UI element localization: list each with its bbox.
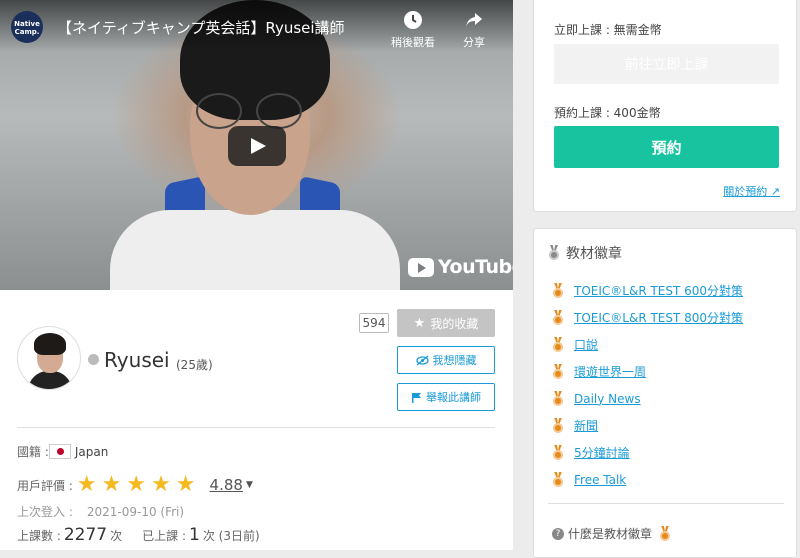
medal-icon [552,445,564,461]
medal-icon [552,391,564,407]
what-is-badge-link[interactable]: ? 什麼是教材徽章 [552,525,671,542]
share-button[interactable]: 分享 [458,10,490,50]
tutor-age: (25歲) [176,358,213,372]
booking-card: 立即上課 : 無需金幣 前往立即上課 預約上課 : 400金幣 預約 關於預約 … [533,0,797,212]
badge-link[interactable]: TOEIC®L&R TEST 800分對策 [574,309,743,326]
medal-icon [552,364,564,380]
badges-heading: 教材徽章 [548,243,622,263]
badge-link[interactable]: 環遊世界一周 [574,363,646,380]
tutor-name: Ryusei [104,348,170,372]
list-item: TOEIC®L&R TEST 600分對策 [552,277,743,304]
badges-card: 教材徽章 TOEIC®L&R TEST 600分對策 TOEIC®L&R TES… [533,228,797,558]
medal-icon [659,526,671,542]
list-item: 環遊世界一周 [552,358,743,385]
share-arrow-icon [466,13,482,27]
list-item: TOEIC®L&R TEST 800分對策 [552,304,743,331]
badge-link[interactable]: Free Talk [574,473,626,487]
hide-tutor-button[interactable]: 我想隱藏 [397,346,495,374]
reserve-lesson-label: 預約上課 : 400金幣 [554,106,661,120]
play-button[interactable] [228,126,286,166]
star-icon: ★ [126,472,147,497]
medal-icon [552,283,564,299]
youtube-icon [408,257,434,277]
japan-flag-icon [48,444,71,459]
rating-stars: ★ ★ ★ ★ ★ [77,474,196,496]
video-person [110,210,400,290]
star-icon: ★ [175,472,196,497]
badge-link[interactable]: TOEIC®L&R TEST 600分對策 [574,282,743,299]
online-status-dot [88,354,99,365]
medal-icon [552,337,564,353]
external-link-icon: ↗ [770,185,780,198]
lessons-row: 上課數 : 2277 次 已上課 : 1 次 (3日前) [17,525,260,545]
reserve-button[interactable]: 預約 [554,126,779,168]
star-icon: ★ [413,315,426,331]
divider [548,503,784,504]
medal-icon [552,472,564,488]
star-icon: ★ [76,472,97,497]
rating-row: 用戶評價 : ★ ★ ★ ★ ★ 4.88 ▼ [17,472,253,497]
video-title[interactable]: 【ネイティブキャンプ英会話】Ryusei講師 [57,17,345,38]
badge-link[interactable]: 口說 [574,336,598,353]
flag-icon [412,392,421,403]
avatar [17,326,81,390]
badge-link[interactable]: 新聞 [574,417,598,434]
star-icon: ★ [151,472,171,497]
question-icon: ? [552,527,564,540]
medal-icon [548,245,560,261]
nationality-row: 國籍 : Japan [17,444,109,459]
instant-lesson-button[interactable]: 前往立即上課 [554,44,779,84]
video-player[interactable]: Native Camp. 【ネイティブキャンプ英会話】Ryusei講師 稍後觀看… [0,0,513,290]
list-item: 新聞 [552,412,743,439]
badge-link[interactable]: Daily News [574,392,641,406]
watch-later-button[interactable]: 稍後觀看 [390,10,436,50]
last-login-row: 上次登入 : 2021-09-10 (Fri) [17,504,185,520]
list-item: Free Talk [552,466,743,493]
rating-value[interactable]: 4.88 [210,476,243,494]
list-item: 口說 [552,331,743,358]
eye-slash-icon [415,354,429,366]
instant-lesson-label: 立即上課 : 無需金幣 [554,23,662,37]
favorite-count: 594 [359,313,389,333]
medal-icon [552,418,564,434]
about-booking-link[interactable]: 關於預約 ↗ [723,183,780,199]
divider [17,427,495,428]
badge-link[interactable]: 5分鐘討論 [574,444,630,461]
caret-down-icon[interactable]: ▼ [246,480,253,490]
medal-icon [552,310,564,326]
clock-icon [404,11,422,29]
list-item: Daily News [552,385,743,412]
list-item: 5分鐘討論 [552,439,743,466]
report-tutor-button[interactable]: 舉報此講師 [397,383,495,411]
badge-list: TOEIC®L&R TEST 600分對策 TOEIC®L&R TEST 800… [552,277,743,493]
tutor-panel: Native Camp. 【ネイティブキャンプ英会話】Ryusei講師 稍後觀看… [0,0,513,550]
channel-logo[interactable]: Native Camp. [11,11,43,43]
star-icon: ★ [101,472,122,497]
youtube-logo[interactable]: YouTube [408,256,513,278]
favorite-button[interactable]: ★ 我的收藏 [397,309,495,337]
